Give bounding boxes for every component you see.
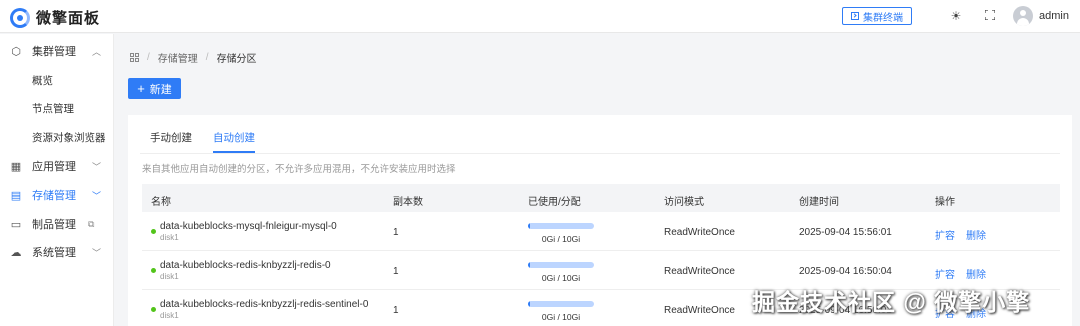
sidebar-item-label: 制品管理 bbox=[32, 219, 76, 231]
sidebar-item-label: 应用管理 bbox=[32, 161, 76, 173]
pvc-name[interactable]: data-kubeblocks-redis-knbyzzlj-redis-0 bbox=[160, 260, 331, 271]
user-avatar[interactable] bbox=[1013, 6, 1033, 26]
logo-icon bbox=[10, 7, 30, 28]
sidebar-item-label: 概览 bbox=[32, 74, 53, 87]
sidebar-item-label: 节点管理 bbox=[32, 102, 74, 115]
pvc-name[interactable]: data-kubeblocks-redis-knbyzzlj-redis-sen… bbox=[160, 299, 368, 310]
created-time: 2025-09-04 16:50:04 bbox=[799, 266, 892, 277]
chevron-down-icon: ﹀ bbox=[92, 190, 102, 201]
chevron-down-icon: ﹀ bbox=[92, 247, 102, 258]
replica-count: 1 bbox=[393, 227, 399, 238]
sidebar-item-nodes[interactable]: 节点管理 bbox=[0, 97, 114, 119]
top-header: 微擎面板 集群终端 ☀ admin bbox=[0, 0, 1080, 33]
usage-bar bbox=[528, 223, 594, 229]
column-header-usage: 已使用/分配 bbox=[528, 197, 581, 208]
pvc-disk: disk1 bbox=[160, 272, 179, 281]
tabs-divider bbox=[140, 153, 1060, 154]
breadcrumb: / 存储管理 / 存储分区 bbox=[130, 50, 257, 65]
apps-icon: ▦ bbox=[10, 160, 22, 173]
status-dot bbox=[151, 229, 156, 234]
hint-text: 来自其他应用自动创建的分区，不允许多应用混用，不允许安装应用时选择 bbox=[142, 164, 456, 175]
status-dot bbox=[151, 268, 156, 273]
sidebar-item-label: 系统管理 bbox=[32, 247, 76, 259]
cluster-terminal-label: 集群终端 bbox=[863, 12, 903, 24]
usage-text: 0Gi / 10Gi bbox=[541, 312, 581, 322]
pvc-disk: disk1 bbox=[160, 311, 179, 320]
external-link-icon: ⧉ bbox=[88, 218, 95, 229]
usage-bar bbox=[528, 262, 594, 268]
pvc-name[interactable]: data-kubeblocks-mysql-fnleigur-mysql-0 bbox=[160, 221, 337, 232]
watermark: 掘金技术社区 @ 微擎小擎 bbox=[752, 289, 1031, 315]
sidebar-item-cluster-management[interactable]: ⬡ 集群管理 ︿ bbox=[0, 40, 114, 62]
tab-manual[interactable]: 手动创建 bbox=[150, 131, 192, 153]
sidebar-item-artifact-management[interactable]: ▭ 制品管理 ⧉ bbox=[0, 213, 114, 235]
created-time: 2025-09-04 15:56:01 bbox=[799, 227, 892, 238]
app-title: 微擎面板 bbox=[36, 10, 101, 27]
column-header-replicas: 副本数 bbox=[393, 197, 423, 208]
sidebar-item-system-management[interactable]: ☁ 系统管理 ﹀ bbox=[0, 241, 114, 263]
breadcrumb-storage-management[interactable]: 存储管理 bbox=[158, 50, 198, 65]
username[interactable]: admin bbox=[1039, 10, 1069, 22]
home-grid-icon[interactable] bbox=[130, 53, 139, 62]
column-header-access-mode: 访问模式 bbox=[664, 197, 704, 208]
status-dot bbox=[151, 307, 156, 312]
sidebar-item-label: 资源对象浏览器 bbox=[32, 131, 106, 144]
column-header-name: 名称 bbox=[151, 197, 171, 208]
usage-text: 0Gi / 10Gi bbox=[541, 273, 581, 283]
app-logo[interactable]: 微擎面板 bbox=[10, 7, 100, 28]
usage-bar-fill bbox=[528, 262, 530, 268]
access-mode: ReadWriteOnce bbox=[664, 305, 735, 316]
column-header-actions: 操作 bbox=[935, 197, 955, 208]
table-row: data-kubeblocks-mysql-fnleigur-mysql-0 d… bbox=[142, 212, 1060, 251]
new-button[interactable]: + 新建 bbox=[128, 78, 181, 99]
sidebar-item-overview[interactable]: 概览 bbox=[0, 69, 114, 91]
access-mode: ReadWriteOnce bbox=[664, 266, 735, 277]
delete-button[interactable]: 删除 bbox=[966, 266, 986, 281]
column-header-created: 创建时间 bbox=[799, 197, 839, 208]
usage-bar bbox=[528, 301, 594, 307]
usage-bar-fill bbox=[528, 223, 530, 229]
sidebar-item-storage-management[interactable]: ▤ 存储管理 ﹀ bbox=[0, 184, 114, 206]
cloud-icon: ☁ bbox=[10, 246, 22, 259]
pvc-disk: disk1 bbox=[160, 233, 179, 242]
sidebar-item-app-management[interactable]: ▦ 应用管理 ﹀ bbox=[0, 155, 114, 177]
new-button-label: 新建 bbox=[149, 83, 172, 96]
delete-button[interactable]: 删除 bbox=[966, 227, 986, 242]
chevron-up-icon: ︿ bbox=[92, 46, 102, 57]
tabs: 手动创建 自动创建 bbox=[150, 131, 276, 153]
package-icon: ▭ bbox=[10, 218, 22, 231]
expand-button[interactable]: 扩容 bbox=[935, 227, 955, 242]
usage-bar-fill bbox=[528, 301, 530, 307]
table-header: 名称 副本数 已使用/分配 访问模式 创建时间 操作 bbox=[142, 184, 1060, 212]
terminal-icon bbox=[851, 12, 859, 20]
chevron-down-icon: ﹀ bbox=[92, 161, 102, 172]
breadcrumb-current: 存储分区 bbox=[216, 54, 257, 65]
sidebar-item-resource-browser[interactable]: 资源对象浏览器 bbox=[0, 126, 114, 148]
sidebar: ⬡ 集群管理 ︿ 概览 节点管理 资源对象浏览器 ▦ 应用管理 ﹀ ▤ 存储管理… bbox=[0, 34, 114, 326]
replica-count: 1 bbox=[393, 305, 399, 316]
sidebar-item-label: 集群管理 bbox=[32, 46, 76, 58]
replica-count: 1 bbox=[393, 266, 399, 277]
plus-icon: + bbox=[137, 81, 145, 96]
expand-button[interactable]: 扩容 bbox=[935, 266, 955, 281]
sun-icon[interactable]: ☀ bbox=[949, 9, 963, 23]
cube-icon: ⬡ bbox=[11, 45, 21, 58]
access-mode: ReadWriteOnce bbox=[664, 227, 735, 238]
cluster-terminal-button[interactable]: 集群终端 bbox=[842, 7, 912, 25]
tab-auto[interactable]: 自动创建 bbox=[213, 131, 255, 153]
storage-icon: ▤ bbox=[10, 189, 22, 202]
usage-text: 0Gi / 10Gi bbox=[541, 234, 581, 244]
sidebar-item-label: 存储管理 bbox=[32, 190, 76, 202]
fullscreen-icon[interactable] bbox=[983, 9, 997, 23]
